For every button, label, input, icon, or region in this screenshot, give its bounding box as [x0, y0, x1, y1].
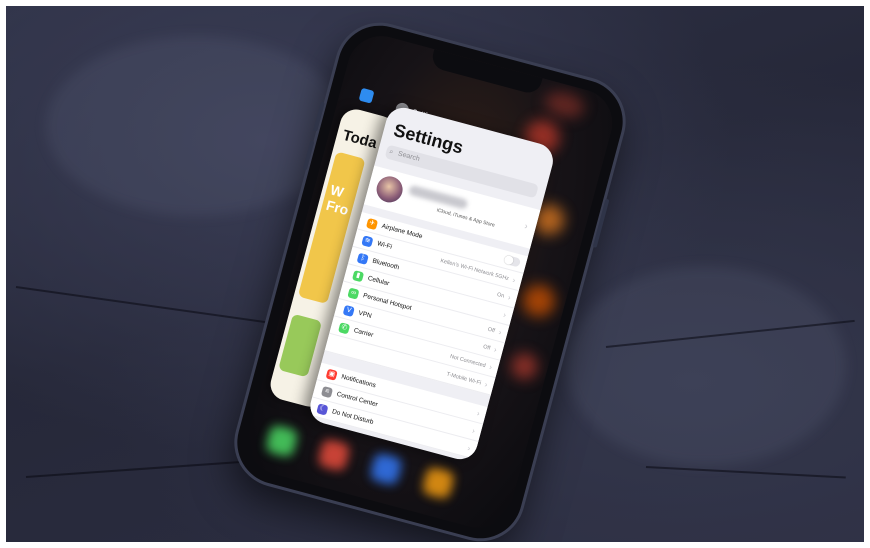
feature-art [278, 313, 323, 378]
chevron-right-icon: › [483, 379, 489, 390]
profile-subtitle: iCloud, iTunes & App Store [436, 207, 496, 229]
blank-icon-slot [333, 339, 345, 351]
notifications-icon: ▣ [325, 368, 338, 381]
row-value: Off [482, 343, 491, 352]
slate-highlight [566, 266, 846, 466]
blurred-app-icon [542, 87, 587, 122]
notch [429, 49, 543, 96]
blurred-app-icon [508, 350, 541, 383]
card-title: Toda [340, 126, 379, 153]
carrier-icon: ✆ [338, 321, 351, 334]
app-label-app-store[interactable] [358, 87, 379, 105]
airplane-icon: ✈ [366, 217, 379, 230]
dock-app-icon[interactable] [264, 423, 299, 459]
search-placeholder: Search [397, 150, 421, 163]
wifi-icon: ≋ [361, 234, 374, 248]
chevron-right-icon: › [511, 275, 517, 285]
photo-frame: Settings Toda W Fro Settings ⌕ Search [6, 6, 864, 542]
control-center-icon: ≡ [321, 385, 334, 398]
dock-app-icon[interactable] [421, 465, 456, 501]
row-value: On [496, 291, 505, 300]
row-value: T-Mobile Wi-Fi [445, 371, 482, 387]
chevron-right-icon: › [506, 292, 512, 303]
slate-crack [25, 459, 266, 478]
airplane-toggle[interactable] [503, 254, 522, 268]
search-icon: ⌕ [388, 148, 395, 156]
vpn-icon: V [342, 304, 355, 317]
chevron-right-icon: › [466, 443, 472, 453]
cellular-icon: ▮ [352, 269, 365, 282]
row-value: Off [487, 326, 496, 334]
chevron-right-icon: › [497, 327, 503, 338]
chevron-right-icon: › [488, 362, 494, 372]
slate-crack [645, 466, 846, 479]
side-button [592, 198, 610, 248]
dock-app-icon[interactable] [368, 451, 404, 487]
app-store-icon [358, 87, 375, 104]
moon-icon: ☾ [316, 402, 329, 416]
feature-text: W Fro [324, 181, 351, 219]
slate-highlight [46, 36, 346, 216]
chevron-right-icon: › [471, 426, 477, 436]
blurred-account-name [407, 184, 469, 210]
chevron-right-icon: › [475, 408, 481, 419]
row-value: Not Connected [449, 353, 487, 369]
hotspot-icon: ∞ [347, 286, 360, 300]
bluetooth-icon: ᛒ [356, 252, 369, 265]
chevron-right-icon: › [523, 220, 530, 232]
blurred-app-icon [519, 281, 559, 321]
dock-app-icon[interactable] [316, 437, 352, 473]
chevron-right-icon: › [502, 310, 508, 320]
chevron-right-icon: › [492, 345, 498, 355]
avatar [373, 173, 406, 206]
